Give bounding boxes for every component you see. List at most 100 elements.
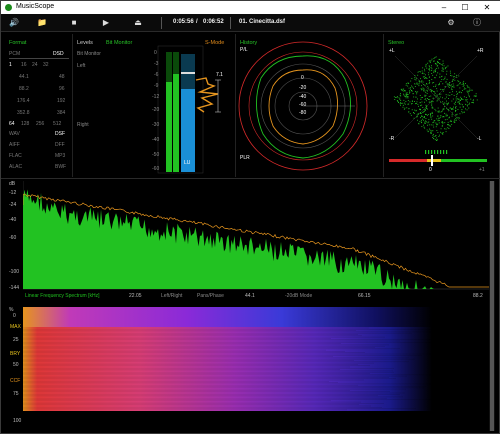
- peak-value: 7.1: [216, 72, 223, 78]
- spectrogram-plot: [23, 307, 493, 411]
- level-scale-9: -9: [154, 83, 159, 89]
- rate-1: 1: [9, 62, 12, 68]
- format-panel: Format PCM DSD 1 16 24 32 44.1 48 88.2 9…: [5, 34, 73, 177]
- spectrum-y-40: -40: [9, 217, 17, 223]
- level-scale-50: -50: [152, 152, 160, 158]
- level-scale-40: -40: [152, 137, 160, 143]
- type-wav: WAV: [9, 131, 20, 137]
- type-dsf: DSF: [55, 131, 65, 137]
- window-title: MusicScope: [16, 3, 55, 10]
- time-separator: /: [196, 19, 198, 25]
- rate-32: 32: [43, 62, 49, 68]
- spectrogram-bry-label: BRY: [10, 351, 21, 357]
- levels-panel: Levels Bit Monitor Bit Monitor Left Righ…: [74, 34, 236, 177]
- rate-24: 24: [32, 62, 38, 68]
- spectrogram-y-50: 50: [13, 362, 19, 368]
- info-icon[interactable]: ⓘ: [470, 17, 484, 29]
- ring-40: -40: [299, 94, 307, 100]
- history-panel: History P/L PLR 0 -20 -40 -60 -80: [237, 34, 384, 177]
- type-flac: FLAC: [9, 153, 22, 159]
- rate-441: 44.1: [19, 74, 29, 80]
- level-scale-12: -12: [152, 94, 160, 100]
- pcm-label: PCM: [9, 51, 21, 57]
- time-elapsed: 0:05:56: [173, 19, 194, 25]
- volume-icon[interactable]: 🔊: [7, 17, 21, 29]
- close-button[interactable]: ✕: [478, 1, 496, 14]
- rate-882: 88.2: [19, 86, 29, 92]
- spectrum-y-12: -12: [9, 190, 17, 196]
- stereo-plus-one: +1: [479, 167, 485, 173]
- rate-128: 128: [21, 121, 30, 127]
- spectrogram-y-0: 0: [13, 313, 16, 319]
- spectrum-title: Linear Frequency Spectrum [kHz]: [25, 293, 100, 299]
- rate-512: 512: [53, 121, 62, 127]
- ring-80: -80: [299, 110, 307, 116]
- spectrum-y-100: -100: [9, 269, 20, 275]
- type-bwf: BWF: [55, 164, 67, 170]
- spectrum-x-2205: 22.05: [129, 293, 142, 299]
- spectrum-y-60: -60: [9, 235, 17, 241]
- level-scale-60: -60: [152, 166, 160, 172]
- play-icon[interactable]: ▶: [99, 17, 113, 29]
- level-scale-30: -30: [152, 122, 160, 128]
- app-window: MusicScope – ☐ ✕ 🔊 📁 ■ ▶ ⏏ 0:05:56 / 0:0…: [0, 0, 500, 434]
- level-scale-0: 0: [154, 50, 157, 56]
- lu-label: LU: [184, 160, 191, 166]
- spectrogram-y-100: 100: [13, 418, 22, 424]
- spectrogram-y-75: 75: [13, 391, 19, 397]
- left-right-label[interactable]: Left/Right: [161, 293, 182, 299]
- history-radar: [238, 41, 368, 171]
- type-dff: DFF: [55, 142, 65, 148]
- time-total: 0:06:52: [203, 19, 224, 25]
- app-logo-icon: [5, 4, 12, 11]
- ring-20: -20: [299, 85, 307, 91]
- rate-48: 48: [59, 74, 65, 80]
- vertical-scrollbar[interactable]: [489, 181, 495, 431]
- rate-384: 384: [57, 110, 66, 116]
- level-scale-3: -3: [154, 61, 159, 67]
- toolbar-separator: [161, 17, 162, 29]
- ring-0: 0: [301, 75, 304, 81]
- spectrogram-ccf-label: CCF: [10, 378, 21, 384]
- type-aiff: AIFF: [9, 142, 20, 148]
- dsd-label: DSD: [53, 51, 64, 57]
- spectrogram-y-25: 25: [13, 337, 19, 343]
- frequency-spectrum: dB -12 -24 -40 -60 -100 -144 Linear Freq…: [9, 181, 493, 299]
- stop-icon[interactable]: ■: [67, 17, 81, 29]
- spectrogram-max-label: MAX: [10, 324, 21, 330]
- toolbar-separator: [230, 17, 231, 29]
- rate-16: 16: [21, 62, 27, 68]
- spectrogram: % 0 25 50 75 100 MAX BRY CCF: [9, 307, 493, 431]
- rate-1764: 176.4: [17, 98, 30, 104]
- title-bar: MusicScope – ☐ ✕: [1, 1, 500, 14]
- spectrum-plot: [23, 181, 491, 290]
- toolbar: 🔊 📁 ■ ▶ ⏏ 0:05:56 / 0:06:52 01. Cinecitt…: [1, 14, 500, 32]
- stereo-panel: Stereo +L +R -R -L 0 +1: [385, 34, 495, 177]
- stereo-zero: 0: [429, 167, 432, 173]
- stereo-scope: [389, 55, 487, 166]
- ring-60: -60: [299, 102, 307, 108]
- scrollbar-thumb[interactable]: [490, 181, 494, 431]
- folder-icon[interactable]: 📁: [35, 17, 49, 29]
- maximize-button[interactable]: ☐: [456, 1, 474, 14]
- track-name: 01. Cinecitta.dsf: [239, 19, 286, 25]
- minimize-button[interactable]: –: [435, 1, 453, 14]
- rate-192: 192: [57, 98, 66, 104]
- spectrum-x-882: 88.2: [473, 293, 483, 299]
- spectrum-y-unit: dB: [9, 181, 16, 187]
- rate-96: 96: [59, 86, 65, 92]
- type-mp3: MP3: [55, 153, 66, 159]
- settings-icon[interactable]: ⚙: [444, 17, 458, 29]
- type-alac: ALAC: [9, 164, 23, 170]
- spectrum-x-6615: 66.15: [358, 293, 371, 299]
- spectrum-y-24: -24: [9, 202, 17, 208]
- spectrum-x-441: 44.1: [245, 293, 255, 299]
- pans-phase-label[interactable]: Pans/Phase: [197, 293, 224, 299]
- rate-256: 256: [36, 121, 45, 127]
- minus20db-mode-label[interactable]: -20dB Mode: [285, 293, 312, 299]
- format-title: Format: [9, 40, 27, 46]
- eject-icon[interactable]: ⏏: [131, 17, 145, 29]
- spectrum-y-144: -144: [9, 285, 20, 291]
- level-scale-6: -6: [154, 72, 159, 78]
- rate-64: 64: [9, 121, 15, 127]
